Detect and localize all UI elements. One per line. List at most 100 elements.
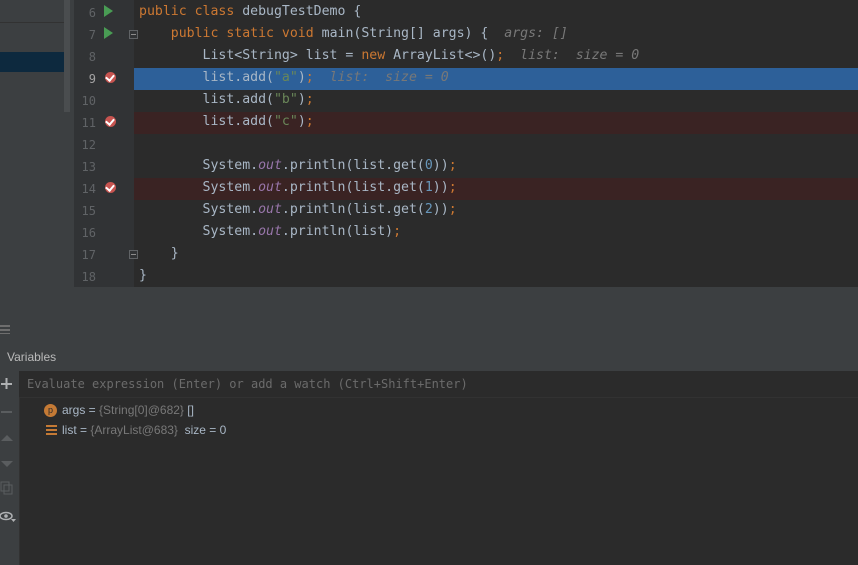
- code-token: ): [297, 92, 306, 107]
- code-token: 0: [424, 158, 433, 173]
- variable-name: list: [62, 423, 77, 437]
- fold-icon[interactable]: [129, 250, 138, 259]
- variables-title: Variables: [7, 350, 57, 364]
- line-number: 9: [88, 72, 96, 86]
- code-token: .println(list.get(: [281, 202, 425, 217]
- code-token: System.: [139, 202, 259, 217]
- code-line: System.out.println(list.get(0));: [139, 158, 457, 173]
- run-gutter-icon[interactable]: [104, 27, 113, 39]
- line-number: 17: [81, 248, 96, 262]
- code-line: public class debugTestDemo {: [139, 4, 361, 19]
- project-scrollbar[interactable]: [64, 0, 70, 112]
- list-icon: [46, 425, 57, 436]
- code-token: ): [297, 70, 306, 85]
- code-token: "a": [273, 70, 298, 85]
- code-token: .println(list.get(: [281, 158, 425, 173]
- duplicate-icon[interactable]: [0, 481, 14, 495]
- code-line: System.out.println(list.get(1));: [139, 180, 457, 195]
- line-number: 11: [81, 116, 96, 130]
- remove-watch-icon[interactable]: [0, 405, 14, 419]
- variable-row[interactable]: list = {ArrayList@683} size = 0: [62, 423, 226, 437]
- code-line: list.add("c");: [139, 114, 314, 129]
- debug-toolbar: [0, 315, 858, 344]
- code-line: System.out.println(list.get(2));: [139, 202, 457, 217]
- variables-toolbar: [0, 371, 19, 565]
- inline-debug-value: list: size = 0: [313, 70, 449, 85]
- code-token: )): [432, 158, 449, 173]
- code-line: list.add("b");: [139, 92, 314, 107]
- code-token: ;: [448, 180, 457, 195]
- code-token: }: [139, 268, 147, 283]
- code-token: "b": [273, 92, 298, 107]
- project-panel: [0, 0, 74, 287]
- breakpoint-icon[interactable]: [105, 72, 116, 83]
- code-token: 2: [424, 202, 433, 217]
- code-token: ;: [305, 70, 314, 85]
- code-line: List<String> list = new ArrayList<>(); l…: [139, 48, 640, 63]
- breakpoint-icon[interactable]: [105, 116, 116, 127]
- code-token: out: [258, 202, 282, 217]
- variable-row[interactable]: args = {String[0]@682} []: [62, 403, 194, 417]
- breakpoint-icon[interactable]: [105, 182, 116, 193]
- code-token: .println(list.get(: [281, 180, 425, 195]
- evaluate-placeholder: Evaluate expression (Enter) or add a wat…: [27, 377, 468, 391]
- variable-name: args: [62, 403, 86, 417]
- code-line: }: [139, 268, 147, 283]
- variable-reference: {ArrayList@683}: [90, 423, 178, 437]
- variable-equals: =: [85, 403, 100, 417]
- project-selected-item[interactable]: [0, 52, 70, 72]
- variable-equals: =: [76, 423, 91, 437]
- variables-panel: [19, 371, 858, 565]
- code-token: ;: [393, 224, 402, 239]
- code-line: public static void main(String[] args) {…: [139, 26, 568, 41]
- code-token: )): [432, 180, 449, 195]
- fold-icon[interactable]: [129, 30, 138, 39]
- code-token: ;: [448, 202, 457, 217]
- code-token: public static void: [139, 26, 322, 41]
- variable-value: size = 0: [177, 423, 227, 437]
- code-token: out: [258, 180, 282, 195]
- code-token: System.: [139, 180, 259, 195]
- line-number: 12: [81, 138, 96, 152]
- code-token: )): [432, 202, 449, 217]
- move-down-icon[interactable]: [0, 457, 14, 471]
- code-line: list.add("a"); list: size = 0: [139, 70, 449, 85]
- view-options-icon[interactable]: [0, 509, 16, 523]
- code-token: list.add(: [139, 92, 274, 107]
- line-number: 7: [88, 28, 96, 42]
- variable-reference: {String[0]@682}: [99, 403, 184, 417]
- code-token: ): [297, 114, 306, 129]
- code-token: ;: [448, 158, 457, 173]
- code-line: }: [139, 246, 179, 261]
- parameter-icon: p: [44, 404, 57, 417]
- code-token: System.: [139, 224, 259, 239]
- code-token: .println(list): [281, 224, 394, 239]
- code-token: list.add(: [139, 114, 274, 129]
- project-divider: [0, 22, 70, 23]
- code-token: list.add(: [139, 70, 274, 85]
- inline-debug-value: args: []: [504, 26, 568, 41]
- inline-debug-value: list: size = 0: [504, 48, 640, 63]
- code-token: main(String[] args) {: [321, 26, 505, 41]
- code-token: ;: [305, 92, 314, 107]
- evaluate-expression-field[interactable]: Evaluate expression (Enter) or add a wat…: [19, 371, 858, 398]
- run-gutter-icon[interactable]: [104, 5, 113, 17]
- code-token: List<String> list =: [139, 48, 362, 63]
- code-token: ;: [305, 114, 314, 129]
- code-token: new: [361, 48, 394, 63]
- line-number: 8: [88, 50, 96, 64]
- code-token: out: [258, 224, 282, 239]
- layout-icon[interactable]: [0, 323, 12, 335]
- code-token: public class: [139, 4, 243, 19]
- code-token: }: [139, 246, 179, 261]
- code-editor[interactable]: [134, 0, 858, 287]
- variable-value: []: [183, 403, 194, 417]
- line-number: 13: [81, 160, 96, 174]
- add-watch-icon[interactable]: [0, 377, 14, 391]
- code-token: out: [258, 158, 282, 173]
- move-up-icon[interactable]: [0, 431, 14, 445]
- code-token: "c": [273, 114, 298, 129]
- code-line: System.out.println(list);: [139, 224, 402, 239]
- code-token: ArrayList<>(): [393, 48, 497, 63]
- line-number: 15: [81, 204, 96, 218]
